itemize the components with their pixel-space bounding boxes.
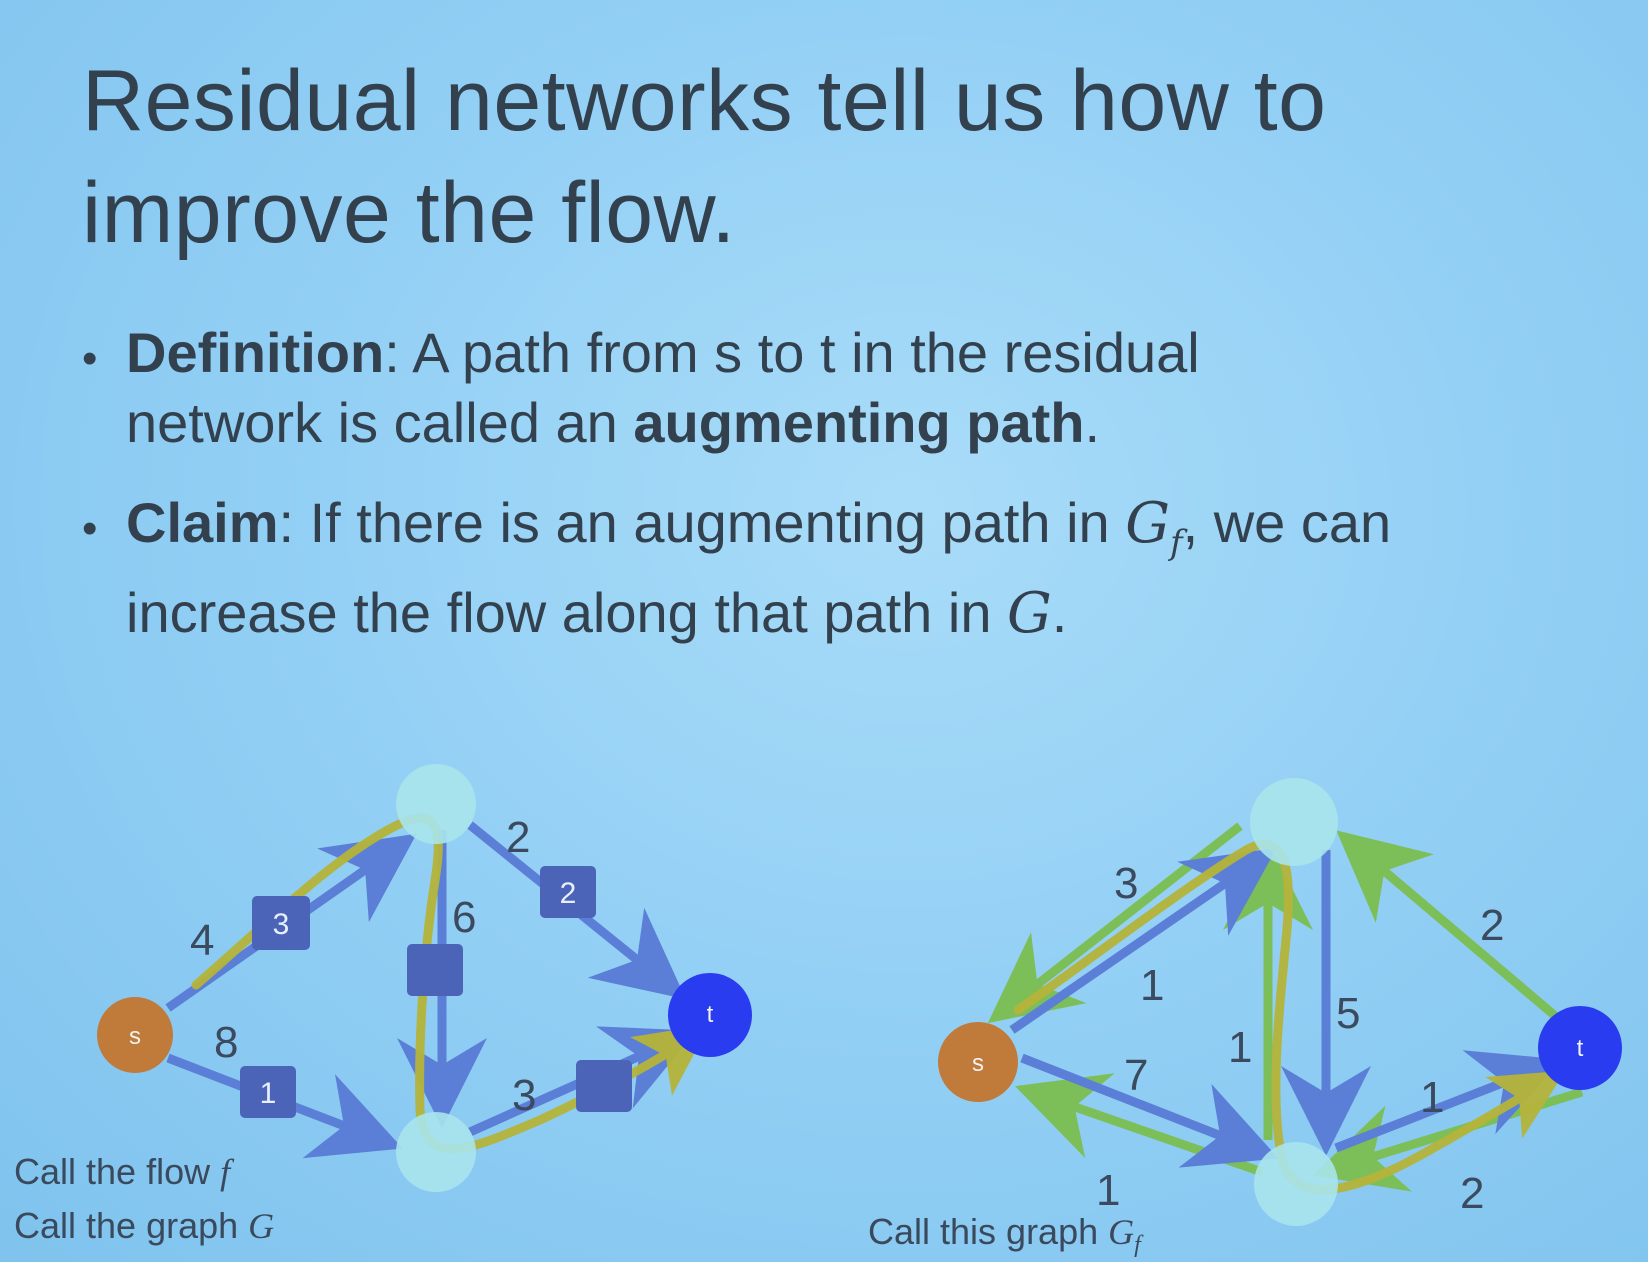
flow-diagrams: s t 3 1 2 4 8 6 2 3 Call the flow f Call… (14, 764, 1622, 1258)
label-t-a: 2 (1480, 901, 1504, 950)
edge-t-a-residual (1336, 830, 1563, 1024)
node-s-right-label: s (972, 1050, 984, 1077)
caption-residual-math-sub: f (1134, 1232, 1144, 1258)
caption-residual-text: Call this graph (868, 1211, 1108, 1252)
cap-s-b-label: 8 (214, 1018, 238, 1067)
caption-flow-math: f (220, 1152, 235, 1192)
node-t-right-label: t (1577, 1035, 1584, 1062)
label-t-b: 2 (1460, 1169, 1484, 1218)
slide: Residual networks tell us how to improve… (0, 0, 1648, 1262)
node-s-left-label: s (129, 1023, 141, 1050)
node-a-right (1250, 778, 1338, 866)
caption-flow-text: Call the flow (14, 1151, 220, 1192)
caption-graph-text: Call the graph (14, 1205, 248, 1246)
right-graph: s t 3 1 7 1 1 5 2 1 2 Call this graph Gf (868, 778, 1622, 1258)
flow-box-a-b (407, 944, 463, 996)
cap-b-t-label: 3 (512, 1071, 536, 1120)
caption-graph: Call the graph G (14, 1205, 274, 1246)
cap-a-b-label: 6 (452, 893, 476, 942)
caption-flow: Call the flow f (14, 1151, 235, 1192)
edge-b-t (468, 1026, 697, 1137)
label-b-t: 1 (1420, 1073, 1444, 1122)
left-graph: s t 3 1 2 4 8 6 2 3 Call the flow f Call… (14, 764, 752, 1246)
flow-s-b-label: 1 (260, 1077, 277, 1110)
label-s-b: 7 (1124, 1051, 1148, 1100)
label-b-a: 1 (1228, 1023, 1252, 1072)
label-b-s: 1 (1096, 1166, 1120, 1215)
cap-s-a-label: 4 (190, 916, 214, 965)
caption-residual-math: G (1108, 1212, 1134, 1252)
caption-graph-math: G (248, 1206, 274, 1246)
label-a-b: 5 (1336, 989, 1360, 1038)
node-a-left (396, 764, 476, 844)
flow-a-t-label: 2 (560, 877, 577, 910)
cap-a-t-label: 2 (506, 813, 530, 862)
augmenting-path-right (1013, 839, 1566, 1195)
label-a-s: 3 (1114, 859, 1138, 908)
caption-residual-graph: Call this graph Gf (868, 1211, 1144, 1258)
node-b-right (1254, 1142, 1338, 1226)
edge-a-s-residual (987, 822, 1243, 1024)
label-s-a: 1 (1140, 961, 1164, 1010)
flow-box-b-t (576, 1060, 632, 1112)
flow-s-a-label: 3 (273, 908, 290, 941)
node-t-left-label: t (707, 1001, 714, 1028)
node-b-left (396, 1112, 476, 1192)
